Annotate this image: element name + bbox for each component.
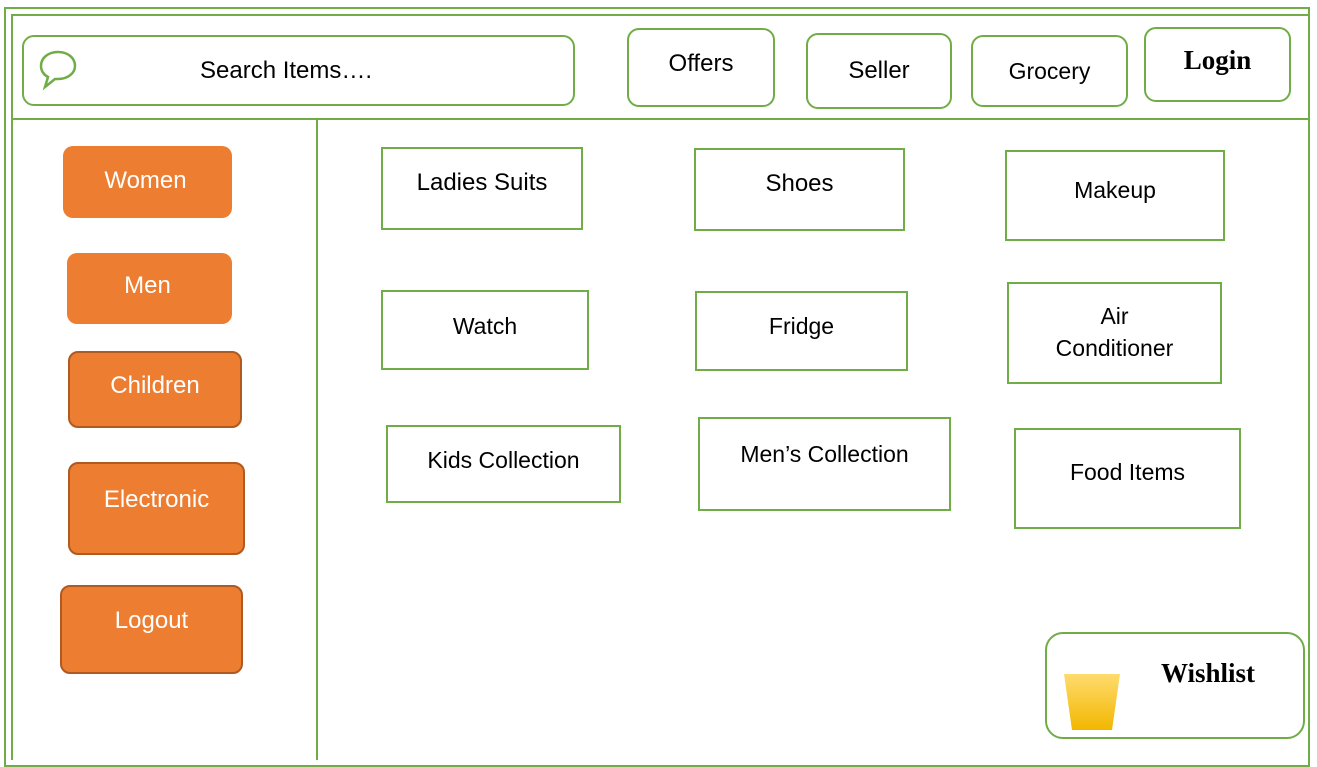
sidebar-item-label: Children <box>110 371 200 399</box>
category-label: Makeup <box>1074 177 1156 203</box>
grocery-label: Grocery <box>1008 57 1091 84</box>
grocery-button[interactable]: Grocery <box>971 35 1128 107</box>
category-label: Ladies Suits <box>416 169 548 196</box>
category-ladies-suits[interactable]: Ladies Suits <box>381 147 583 230</box>
category-label: Watch <box>452 313 518 339</box>
category-label: Shoes <box>765 170 834 197</box>
category-label: Men’s Collection <box>740 441 909 467</box>
sidebar-item-label: Women <box>104 167 187 194</box>
sidebar-item-men[interactable]: Men <box>67 253 232 324</box>
category-fridge[interactable]: Fridge <box>695 291 908 371</box>
category-kids-collection[interactable]: Kids Collection <box>386 425 621 503</box>
offers-button[interactable]: Offers <box>627 28 775 107</box>
sidebar-item-label: Men <box>124 271 171 299</box>
wishlist-button[interactable]: Wishlist <box>1045 632 1305 739</box>
category-watch[interactable]: Watch <box>381 290 589 370</box>
seller-button[interactable]: Seller <box>806 33 952 109</box>
sidebar-item-women[interactable]: Women <box>63 146 232 218</box>
category-label: Food Items <box>1069 459 1186 485</box>
seller-label: Seller <box>848 57 910 84</box>
sidebar-item-logout[interactable]: Logout <box>60 585 243 674</box>
sidebar-item-label: Logout <box>114 606 189 634</box>
search-input[interactable]: Search Items…. <box>200 57 372 85</box>
offers-label: Offers <box>668 49 734 77</box>
category-mens-collection[interactable]: Men’s Collection <box>698 417 951 511</box>
wishlist-label: Wishlist <box>1161 658 1256 688</box>
category-makeup[interactable]: Makeup <box>1005 150 1225 241</box>
sidebar-item-children[interactable]: Children <box>68 351 242 428</box>
sidebar-item-label: Electronic <box>103 485 210 513</box>
search-bar[interactable]: Search Items…. <box>22 35 575 106</box>
category-label: Kids Collection <box>427 447 580 473</box>
sidebar-divider <box>316 120 318 760</box>
speech-bubble-icon <box>39 50 77 91</box>
sidebar-item-electronic[interactable]: Electronic <box>68 462 245 555</box>
login-label: Login <box>1183 45 1252 75</box>
cup-icon <box>1064 674 1120 730</box>
left-border-line <box>11 120 13 760</box>
category-air-conditioner[interactable]: Air Conditioner <box>1007 282 1222 384</box>
category-label: Fridge <box>768 313 835 339</box>
category-label: Air Conditioner <box>1055 302 1174 361</box>
category-shoes[interactable]: Shoes <box>694 148 905 231</box>
login-button[interactable]: Login <box>1144 27 1291 102</box>
category-food-items[interactable]: Food Items <box>1014 428 1241 529</box>
